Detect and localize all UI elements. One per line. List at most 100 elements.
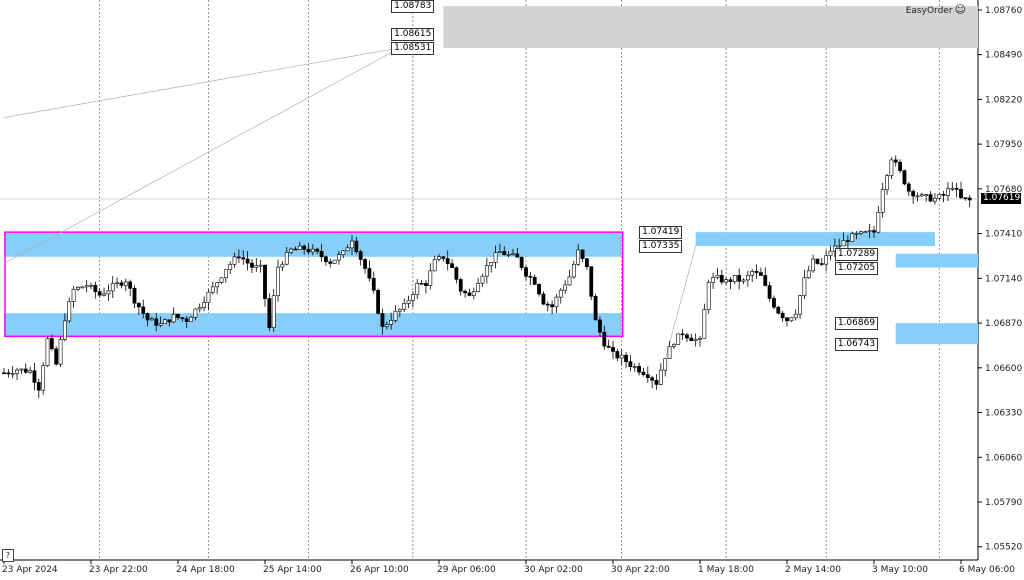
candle-body[interactable] [658,369,663,385]
zone-right[interactable] [695,232,935,247]
candle-body[interactable] [511,253,515,256]
candle-body[interactable] [76,286,80,290]
candle-body[interactable] [750,271,755,276]
candle-body[interactable] [158,323,163,326]
candle-body[interactable] [889,159,894,176]
candle-body[interactable] [393,310,398,321]
candle-body[interactable] [419,283,424,285]
candle-body[interactable] [811,258,816,272]
candle-body[interactable] [537,284,541,295]
candle-body[interactable] [245,258,250,264]
candle-body[interactable] [315,248,320,252]
candle-body[interactable] [789,317,794,322]
candle-body[interactable] [206,291,211,303]
candle-body[interactable] [571,263,576,278]
candle-body[interactable] [902,170,907,185]
candle-body[interactable] [641,371,646,375]
candle-body[interactable] [554,296,559,308]
candle-body[interactable] [915,195,920,198]
candle-body[interactable] [84,285,89,288]
candle-body[interactable] [89,284,93,287]
candle-body[interactable] [941,194,946,196]
candle-body[interactable] [189,316,193,322]
candle-body[interactable] [45,338,50,367]
candle-body[interactable] [123,281,128,286]
candle-body[interactable] [441,256,446,259]
price-label[interactable]: 1.07419 [639,226,683,240]
candle-body[interactable] [876,211,881,233]
candle-body[interactable] [202,302,207,308]
candle-body[interactable] [919,194,924,197]
price-label[interactable]: 1.08615 [391,27,435,41]
candle-body[interactable] [593,296,598,321]
candle-body[interactable] [145,313,150,321]
candle-body[interactable] [637,366,642,373]
help-button[interactable]: ? [2,549,14,562]
candle-body[interactable] [493,252,498,263]
candle-body[interactable] [615,351,620,359]
candle-body[interactable] [280,263,285,268]
candle-body[interactable] [228,264,233,271]
price-label[interactable]: 1.08531 [391,41,435,55]
candle-body[interactable] [580,249,585,259]
candle-body[interactable] [119,282,124,286]
candle-body[interactable] [845,240,850,242]
candle-body[interactable] [154,318,159,326]
price-label[interactable]: 1.08783 [391,0,435,14]
candle-body[interactable] [415,283,420,295]
candle-body[interactable] [815,258,820,264]
candle-body[interactable] [515,253,520,258]
candle-body[interactable] [380,313,385,327]
candle-body[interactable] [93,284,98,292]
candle-body[interactable] [550,304,555,308]
candle-body[interactable] [898,161,903,171]
candle-body[interactable] [41,365,46,391]
candle-body[interactable] [458,279,463,292]
candle-body[interactable] [911,190,916,197]
candle-body[interactable] [223,269,228,279]
candle-body[interactable] [824,255,829,265]
candle-body[interactable] [163,319,167,324]
candle-body[interactable] [23,368,28,373]
candle-body[interactable] [484,265,489,277]
candle-body[interactable] [215,282,220,288]
price-label[interactable]: 1.06743 [834,338,879,352]
candle-body[interactable] [567,276,572,286]
candle-body[interactable] [558,289,563,298]
candle-body[interactable] [128,281,133,289]
candle-body[interactable] [80,286,85,289]
candle-body[interactable] [524,267,528,277]
candle-body[interactable] [6,372,11,375]
candle-body[interactable] [780,312,785,319]
candle-body[interactable] [19,368,24,371]
candle-body[interactable] [828,250,833,257]
candle-body[interactable] [602,331,607,347]
candle-body[interactable] [611,347,615,352]
candle-body[interactable] [167,319,172,323]
candle-body[interactable] [798,295,802,315]
candle-body[interactable] [2,372,6,375]
candle-body[interactable] [880,189,885,213]
candle-body[interactable] [258,264,263,267]
candle-body[interactable] [619,354,624,359]
candle-body[interactable] [363,259,367,269]
candle-body[interactable] [785,317,789,322]
candle-body[interactable] [328,261,333,264]
candle-body[interactable] [541,293,546,305]
candle-body[interactable] [71,288,76,302]
candle-body[interactable] [706,282,711,310]
candle-body[interactable] [250,262,254,268]
candle-body[interactable] [67,301,72,322]
candle-body[interactable] [276,266,280,297]
candle-body[interactable] [332,259,337,264]
candle-body[interactable] [715,274,720,278]
price-label[interactable]: 1.07335 [639,240,683,254]
candle-body[interactable] [950,187,955,190]
candle-body[interactable] [432,259,437,272]
candle-body[interactable] [741,279,746,282]
candle-body[interactable] [624,354,628,363]
candle-body[interactable] [545,303,550,306]
candle-body[interactable] [671,344,676,347]
candle-body[interactable] [254,265,259,268]
candle-body[interactable] [793,313,798,319]
